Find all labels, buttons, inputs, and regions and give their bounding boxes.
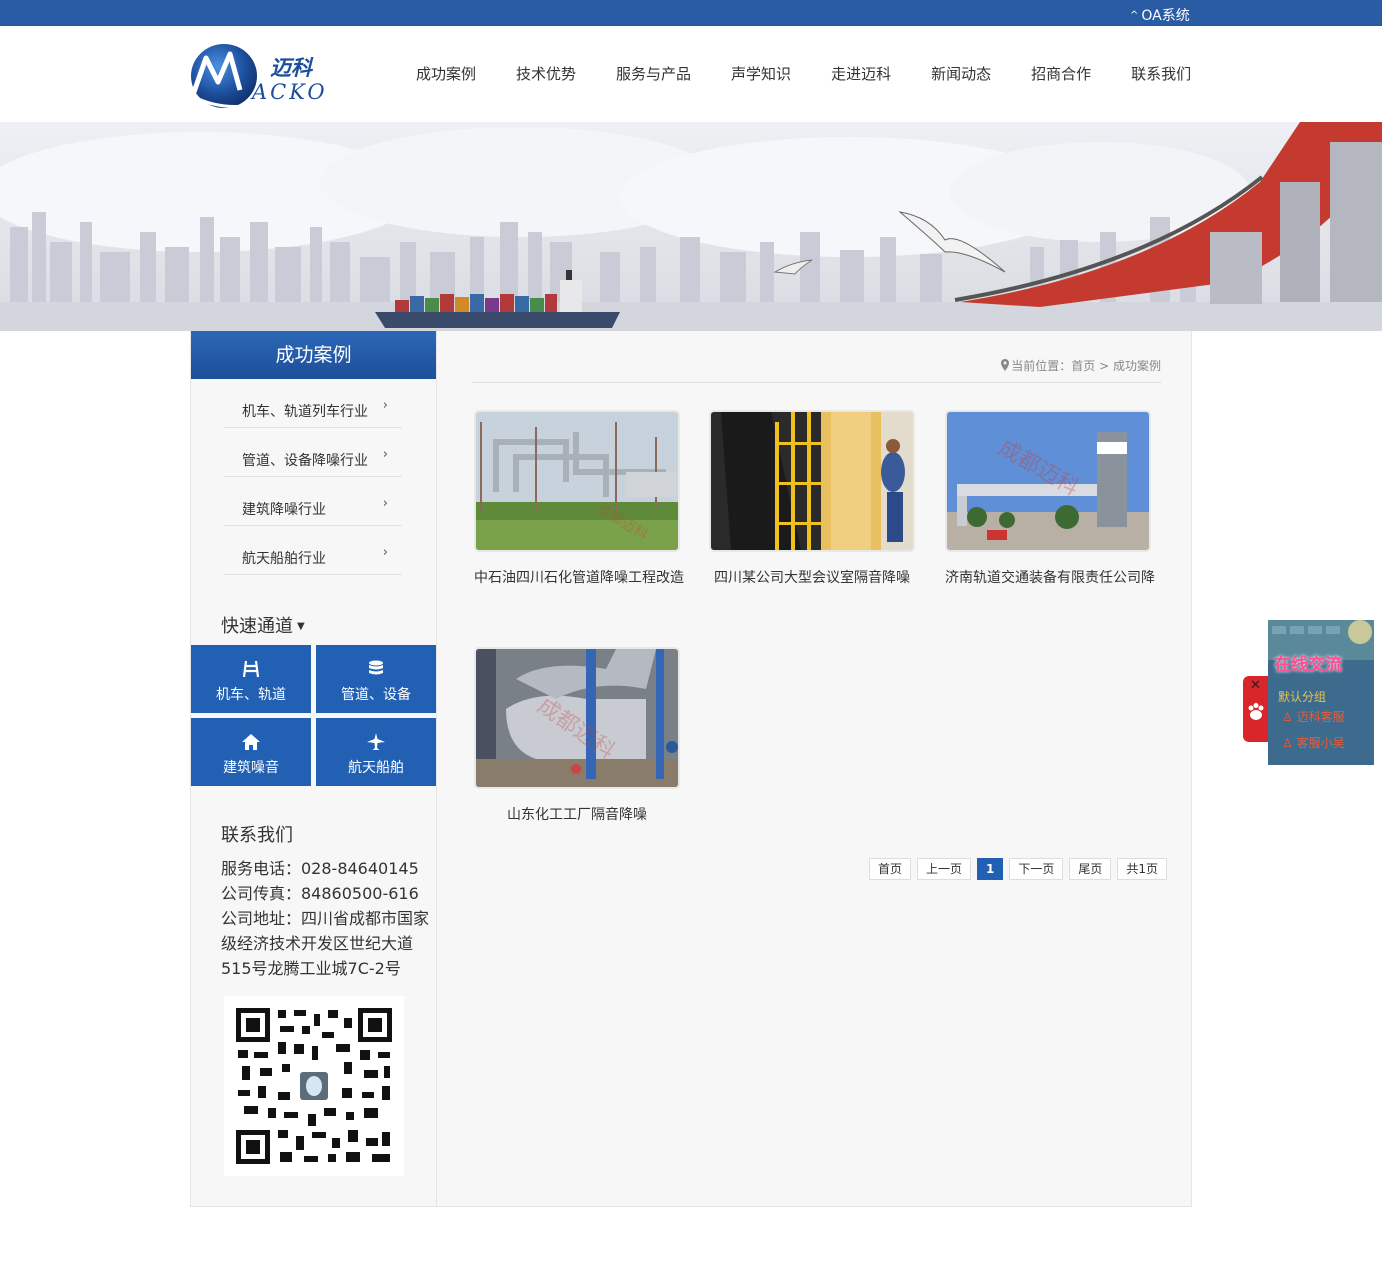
- case-caption[interactable]: 山东化工工厂隔音降噪: [474, 804, 680, 824]
- quick-link-label: 管道、设备: [341, 687, 411, 703]
- category-label: 机车、轨道列车行业: [242, 404, 368, 420]
- contact-fax: 公司传真：84860500-616: [221, 884, 419, 903]
- chevron-right-icon: ›: [382, 545, 388, 560]
- pager-last[interactable]: 尾页: [1069, 858, 1112, 880]
- sidebar: 成功案例 机车、轨道列车行业 › 管道、设备降噪行业 › 建筑降噪行业 › 航天…: [191, 331, 437, 1206]
- case-image[interactable]: 成都迈科: [474, 647, 680, 789]
- contact-phone: 服务电话：028-84640145: [221, 859, 419, 878]
- quick-link-label: 建筑噪音: [223, 760, 279, 776]
- nav-item-partner[interactable]: 招商合作: [1011, 64, 1111, 84]
- case-caption[interactable]: 四川某公司大型会议室隔音降噪: [709, 567, 915, 587]
- online-chat-widget: 在线交流 默认分组 ♙ 迈科客服 ♙ 客服小吴: [1268, 620, 1374, 765]
- chat-contact-name: 客服小吴: [1296, 736, 1345, 750]
- quick-link-pipe[interactable]: 管道、设备: [316, 645, 436, 713]
- baidu-paw-icon: [1248, 703, 1264, 720]
- chat-contact-1[interactable]: ♙ 迈科客服: [1282, 708, 1345, 725]
- case-card[interactable]: 成都迈科 中石油四川石化管道降噪工程改造: [474, 410, 684, 587]
- oa-label: OA系统: [1141, 8, 1190, 24]
- breadcrumb-prefix: 当前位置：: [1011, 359, 1072, 373]
- pager-first[interactable]: 首页: [869, 858, 912, 880]
- railway-icon: [242, 660, 260, 678]
- location-pin-icon: [1001, 359, 1010, 371]
- category-item-building[interactable]: 建筑降噪行业 ›: [224, 477, 402, 526]
- top-bar: ^ OA系统: [0, 0, 1382, 26]
- quick-link-label: 航天船舶: [348, 760, 404, 776]
- nav-item-tech[interactable]: 技术优势: [496, 64, 596, 84]
- site-header: 迈科 ACKO 成功案例 技术优势 服务与产品 声学知识 走进迈科 新闻动态 招…: [0, 26, 1382, 123]
- chevron-right-icon: ›: [382, 447, 388, 462]
- quick-access-title: 快速通道 ▼: [221, 612, 305, 638]
- caret-up-icon: ^: [1130, 10, 1139, 21]
- user-icon: ♙: [1282, 736, 1293, 750]
- category-list: 机车、轨道列车行业 › 管道、设备降噪行业 › 建筑降噪行业 › 航天船舶行业 …: [224, 379, 402, 575]
- case-image[interactable]: 成都迈科: [474, 410, 680, 552]
- pagination: 首页 上一页 1 下一页 尾页 共1页: [863, 858, 1168, 880]
- airplane-icon: [367, 733, 385, 750]
- chat-widget-tab[interactable]: ✕: [1243, 676, 1269, 742]
- user-icon: ♙: [1282, 710, 1293, 724]
- quick-link-aerospace[interactable]: 航天船舶: [316, 718, 436, 786]
- main-content: 当前位置：首页 > 成功案例 成都迈科 中石油四川石化管道降噪工程改造 四川某公…: [436, 331, 1191, 1206]
- case-card[interactable]: 成都迈科 济南轨道交通装备有限责任公司降: [945, 410, 1155, 587]
- quick-access-grid: 机车、轨道 管道、设备 建筑噪音 航天船舶: [191, 645, 436, 786]
- oa-system-link[interactable]: ^ OA系统: [1130, 5, 1190, 25]
- category-label: 航天船舶行业: [242, 551, 326, 567]
- close-icon[interactable]: ✕: [1250, 678, 1261, 693]
- case-image[interactable]: 成都迈科: [945, 410, 1151, 552]
- quick-access-label: 快速通道: [221, 616, 293, 637]
- database-icon: [369, 660, 383, 675]
- case-caption[interactable]: 中石油四川石化管道降噪工程改造: [474, 567, 684, 587]
- main-nav: 成功案例 技术优势 服务与产品 声学知识 走进迈科 新闻动态 招商合作 联系我们: [396, 64, 1211, 84]
- chat-group-label: 默认分组: [1278, 690, 1327, 704]
- case-card[interactable]: 四川某公司大型会议室隔音降噪: [709, 410, 915, 587]
- nav-item-news[interactable]: 新闻动态: [911, 64, 1011, 84]
- caret-down-icon: ▼: [297, 621, 305, 632]
- home-icon: [242, 734, 260, 750]
- sidebar-title: 成功案例: [191, 331, 436, 379]
- chat-contact-name: 迈科客服: [1296, 710, 1345, 724]
- chevron-right-icon: ›: [382, 496, 388, 511]
- breadcrumb: 当前位置：首页 > 成功案例: [472, 357, 1161, 383]
- nav-item-acoustics[interactable]: 声学知识: [711, 64, 811, 84]
- breadcrumb-current[interactable]: 成功案例: [1113, 359, 1161, 373]
- breadcrumb-home[interactable]: 首页: [1071, 359, 1095, 373]
- category-label: 管道、设备降噪行业: [242, 453, 368, 469]
- chat-title: 在线交流: [1274, 655, 1342, 675]
- logo-cn-text: 迈科: [270, 55, 312, 80]
- site-logo[interactable]: 迈科 ACKO: [190, 40, 335, 110]
- pager-total: 共1页: [1117, 858, 1168, 880]
- hero-banner: [0, 122, 1382, 331]
- nav-item-cases[interactable]: 成功案例: [396, 64, 496, 84]
- category-item-aerospace[interactable]: 航天船舶行业 ›: [224, 526, 402, 575]
- contact-title: 联系我们: [221, 825, 293, 846]
- chevron-right-icon: ›: [382, 398, 388, 413]
- category-label: 建筑降噪行业: [242, 502, 326, 518]
- pager-next[interactable]: 下一页: [1009, 858, 1064, 880]
- chat-contact-2[interactable]: ♙ 客服小吴: [1282, 734, 1345, 751]
- logo-en-text: ACKO: [252, 80, 328, 104]
- breadcrumb-separator: >: [1099, 359, 1110, 373]
- contact-address: 公司地址：四川省成都市国家级经济技术开发区世纪大道515号龙腾工业城7C-2号: [221, 909, 430, 978]
- contact-info: 服务电话：028-84640145 公司传真：84860500-616 公司地址…: [221, 856, 436, 981]
- nav-item-products[interactable]: 服务与产品: [596, 64, 711, 84]
- wechat-qr-code: [224, 996, 404, 1176]
- pager-current[interactable]: 1: [977, 858, 1004, 880]
- pager-prev[interactable]: 上一页: [917, 858, 972, 880]
- case-caption[interactable]: 济南轨道交通装备有限责任公司降: [945, 567, 1155, 587]
- quick-link-label: 机车、轨道: [216, 687, 286, 703]
- case-image[interactable]: [709, 410, 915, 552]
- nav-item-about[interactable]: 走进迈科: [811, 64, 911, 84]
- quick-link-rail[interactable]: 机车、轨道: [191, 645, 311, 713]
- category-item-pipe[interactable]: 管道、设备降噪行业 ›: [224, 428, 402, 477]
- nav-item-contact[interactable]: 联系我们: [1111, 64, 1211, 84]
- content-frame: 成功案例 机车、轨道列车行业 › 管道、设备降噪行业 › 建筑降噪行业 › 航天…: [190, 331, 1192, 1207]
- quick-link-building[interactable]: 建筑噪音: [191, 718, 311, 786]
- category-item-rail[interactable]: 机车、轨道列车行业 ›: [224, 379, 402, 428]
- case-card[interactable]: 成都迈科 山东化工工厂隔音降噪: [474, 647, 680, 824]
